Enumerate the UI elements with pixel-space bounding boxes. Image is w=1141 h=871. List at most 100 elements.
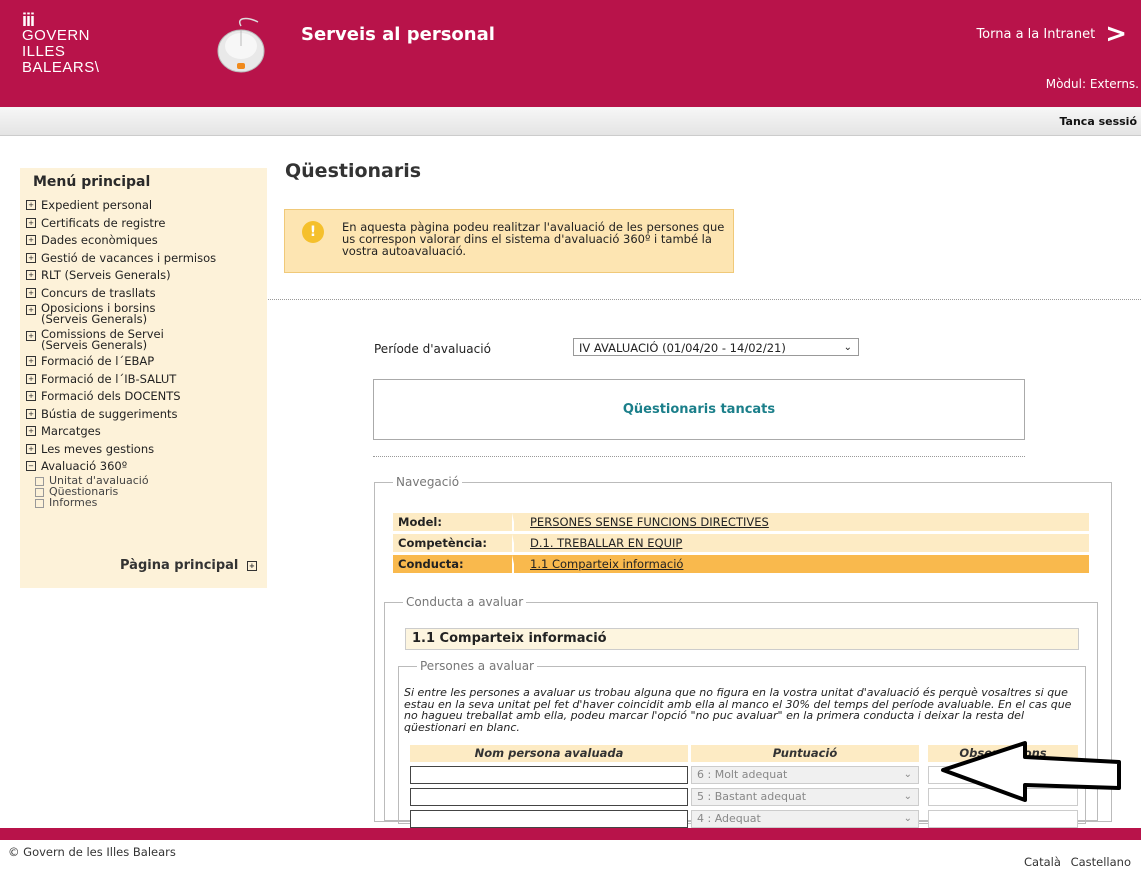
persons-note: Si entre les persones a avaluar us troba… <box>404 686 1072 734</box>
plus-box-icon: + <box>26 287 36 298</box>
plus-box-icon: + <box>26 305 36 315</box>
submenu-item-questionaris[interactable]: Qüestionaris <box>35 486 267 497</box>
footer-bar <box>0 828 1141 840</box>
nav-link-conducta[interactable]: 1.1 Comparteix informació <box>510 555 1089 591</box>
plus-box-icon: + <box>26 235 36 245</box>
plus-box-icon: + <box>26 330 36 341</box>
period-select[interactable]: IV AVALUACIÓ (01/04/20 - 14/02/21) ⌄ <box>573 338 859 356</box>
submenu-item-informes[interactable]: Informes <box>35 497 267 508</box>
info-text: En aquesta pàgina podeu realitzar l'aval… <box>342 220 725 258</box>
sidebar-item-line2: (Serveis Generals) <box>41 312 148 326</box>
language-castellano[interactable]: Castellano <box>1071 855 1131 869</box>
observations-field[interactable] <box>928 810 1078 828</box>
score-select-value: 5 : Bastant adequat <box>697 790 807 803</box>
score-select-value: 6 : Molt adequat <box>697 768 788 781</box>
period-select-value: IV AVALUACIÓ (01/04/20 - 14/02/21) <box>579 341 786 355</box>
chevron-down-icon: ⌄ <box>903 813 912 824</box>
plus-box-icon: + <box>26 391 36 401</box>
sidebar-item[interactable]: + Marcatges <box>26 424 267 438</box>
persons-legend: Persones a avaluar <box>420 659 534 673</box>
sidebar-item-label: Formació de l´EBAP <box>41 354 155 368</box>
copyright: © Govern de les Illes Balears <box>8 845 176 859</box>
sidebar-item-label: Formació dels DOCENTS <box>41 389 181 403</box>
square-bullet-icon <box>35 476 44 486</box>
plus-box-icon: + <box>26 217 36 228</box>
sidebar-item-label: Avaluació 360º <box>41 459 128 473</box>
sidebar-item-avaluacio[interactable]: − Avaluació 360º <box>26 459 267 473</box>
sidebar-item[interactable]: + RLT (Serveis Generals) <box>26 268 267 282</box>
sidebar-item-label: Marcatges <box>41 424 101 438</box>
score-select-value: 4 : Adequat <box>697 812 761 825</box>
sidebar-item[interactable]: + Certificats de registre <box>26 216 267 230</box>
person-name-field[interactable] <box>410 810 688 828</box>
intranet-link[interactable]: Torna a la Intranet > <box>976 21 1127 47</box>
logo-line-1: GOVERN <box>22 27 91 44</box>
sidebar-item-label: Oposicions i borsins (Serveis Generals) <box>41 302 155 326</box>
sidebar-item-line2: (Serveis Generals) <box>41 337 148 352</box>
sidebar-item-label: Comissions de Servei (Serveis Generals) <box>41 328 164 352</box>
language-links: Català Castellano <box>1018 855 1131 869</box>
chevron-down-icon: ⌄ <box>843 342 852 353</box>
plus-box-icon: + <box>26 356 36 366</box>
sidebar-item-label: Les meves gestions <box>41 441 155 456</box>
sidebar-item[interactable]: + Comissions de Servei (Serveis Generals) <box>26 328 267 352</box>
chevron-down-icon: ⌄ <box>903 769 912 780</box>
sidebar-item-label: Gestió de vacances i permisos <box>41 250 217 265</box>
sidebar-item[interactable]: + Bústia de suggeriments <box>26 407 267 421</box>
plus-box-icon: + <box>26 252 36 263</box>
nav-link-competencia[interactable]: D.1. TREBALLAR EN EQUIP <box>510 534 1089 570</box>
sidebar-item[interactable]: + Gestió de vacances i permisos <box>26 251 267 265</box>
page-title: Qüestionaris <box>285 160 422 182</box>
divider <box>268 299 1141 300</box>
sidebar-item[interactable]: + Oposicions i borsins (Serveis Generals) <box>26 302 267 326</box>
nav-row-label: Competència: <box>393 534 510 552</box>
navigation-legend: Navegació <box>396 475 460 489</box>
sidebar-item[interactable]: + Formació de l´EBAP <box>26 354 267 368</box>
score-select[interactable]: 4 : Adequat ⌄ <box>691 810 919 828</box>
sidebar-item[interactable]: + Les meves gestions <box>26 442 267 456</box>
home-link-label: Pàgina principal <box>120 558 239 573</box>
logo-line-2: ILLES <box>22 43 66 60</box>
info-box: ! En aquesta pàgina podeu realitzar l'av… <box>284 209 734 273</box>
divider <box>373 456 1025 457</box>
period-label: Període d'avaluació <box>374 342 491 356</box>
app-title: Serveis al personal <box>301 24 495 45</box>
sidebar-item-label: Expedient personal <box>41 198 153 212</box>
logout-link[interactable]: Tanca sessió <box>1059 115 1137 128</box>
sidebar-item[interactable]: + Formació de l´IB-SALUT <box>26 372 267 386</box>
sidebar-item-label: Formació de l´IB-SALUT <box>41 371 177 386</box>
nav-row-model: Model: PERSONES SENSE FUNCIONS DIRECTIVE… <box>393 513 1089 549</box>
closed-questionnaires-text: Qüestionaris tancats <box>622 402 776 417</box>
sidebar-item[interactable]: + Expedient personal <box>26 198 267 212</box>
govern-logo[interactable]: iii GOVERN ILLES BALEARS\ <box>22 11 99 76</box>
sidebar-item-label: Concurs de trasllats <box>41 285 156 300</box>
sidebar-item-label: Bústia de suggeriments <box>41 406 178 421</box>
closed-questionnaires-box: Qüestionaris tancats <box>373 379 1025 440</box>
plus-box-icon: + <box>246 561 257 571</box>
person-name-field[interactable] <box>410 788 688 806</box>
submenu-item-label: Qüestionaris <box>49 484 119 498</box>
sidebar-item[interactable]: + Concurs de trasllats <box>26 286 267 300</box>
annotation-arrow-icon <box>941 741 1121 802</box>
plus-box-icon: + <box>26 443 36 454</box>
menu-title: Menú principal <box>33 174 151 190</box>
nav-link-model[interactable]: PERSONES SENSE FUNCIONS DIRECTIVES <box>510 513 1089 549</box>
plus-box-icon: + <box>26 408 36 419</box>
score-select[interactable]: 6 : Molt adequat ⌄ <box>691 766 919 784</box>
warning-icon: ! <box>302 221 324 243</box>
session-bar: Tanca sessió <box>0 107 1141 136</box>
score-select[interactable]: 5 : Bastant adequat ⌄ <box>691 788 919 806</box>
sidebar-item-label: Dades econòmiques <box>41 233 158 247</box>
square-bullet-icon <box>35 487 44 497</box>
computer-mouse-icon <box>217 17 265 73</box>
language-catala[interactable]: Català <box>1024 855 1061 869</box>
home-link[interactable]: Pàgina principal + <box>120 558 257 573</box>
chevron-down-icon: ⌄ <box>903 791 912 802</box>
sidebar-item[interactable]: + Dades econòmiques <box>26 233 267 247</box>
header-score: Puntuació <box>691 745 919 762</box>
sidebar-item[interactable]: + Formació dels DOCENTS <box>26 389 267 403</box>
person-name-field[interactable] <box>410 766 688 784</box>
conduct-legend: Conducta a avaluar <box>406 595 524 609</box>
sidebar-item-label: Certificats de registre <box>41 215 166 230</box>
submenu-item-unitat[interactable]: Unitat d'avaluació <box>35 475 267 486</box>
